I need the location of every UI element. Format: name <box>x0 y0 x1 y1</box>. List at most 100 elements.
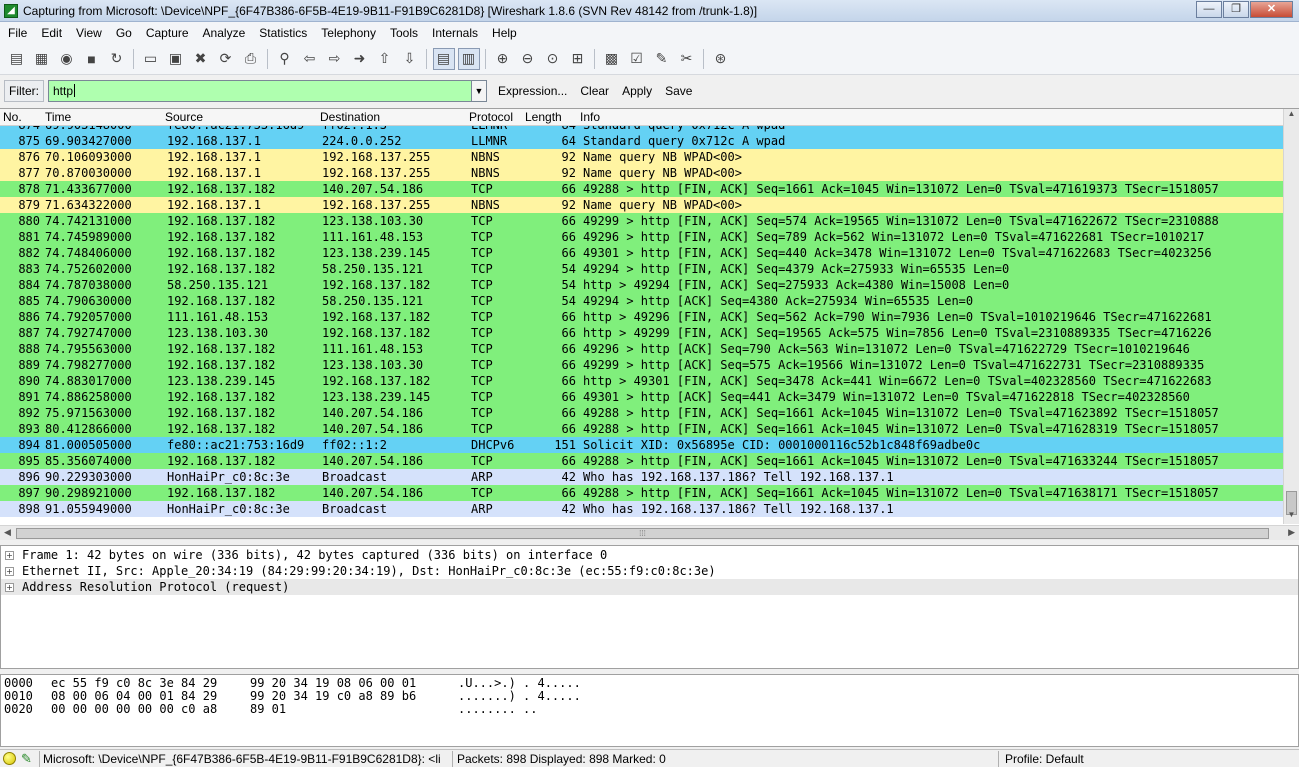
forward-icon[interactable]: ⇨ <box>324 48 346 70</box>
column-header-no[interactable]: No. <box>3 110 22 124</box>
scroll-down-icon[interactable]: ▼ <box>1284 510 1299 524</box>
interfaces-icon[interactable]: ▤ <box>6 48 28 70</box>
table-row[interactable]: 875 69.903427000 192.168.137.1 224.0.0.252 L… <box>0 133 1283 149</box>
column-header-length[interactable]: Length <box>525 110 562 124</box>
table-row[interactable]: 891 74.886258000 192.168.137.182 123.138.23… <box>0 389 1283 405</box>
menu-telephony[interactable]: Telephony <box>313 26 382 40</box>
first-icon[interactable]: ⇧ <box>374 48 396 70</box>
menu-go[interactable]: Go <box>108 26 138 40</box>
column-header-source[interactable]: Source <box>165 110 203 124</box>
hex-ascii[interactable]: ........ .. <box>458 703 537 716</box>
restart-icon[interactable]: ↻ <box>106 48 128 70</box>
start-icon[interactable]: ◉ <box>56 48 78 70</box>
menu-file[interactable]: File <box>0 26 33 40</box>
colorize-icon[interactable]: ▤ <box>432 47 455 70</box>
table-row[interactable]: 896 90.229303000 HonHaiPr_c0:8c:3e Broadcas… <box>0 469 1283 485</box>
filter-dropdown-chevron-icon[interactable]: ▼ <box>472 79 487 102</box>
options-icon[interactable]: ▦ <box>31 48 53 70</box>
table-row[interactable]: 879 71.634322000 192.168.137.1 192.168.137.… <box>0 197 1283 213</box>
menu-edit[interactable]: Edit <box>33 26 68 40</box>
zoom-in-icon[interactable]: ⊕ <box>492 48 514 70</box>
apply-button[interactable]: Apply <box>620 82 654 100</box>
menu-analyze[interactable]: Analyze <box>195 26 252 40</box>
maximize-button[interactable]: ❐ <box>1223 1 1249 18</box>
hex-bytes-first[interactable]: 00 00 00 00 00 00 c0 a8 <box>51 703 217 716</box>
expand-plus-icon[interactable]: + <box>5 583 14 592</box>
filter-label-button[interactable]: Filter: <box>4 79 44 102</box>
status-profile[interactable]: Profile: Default <box>1005 752 1084 766</box>
back-icon[interactable]: ⇦ <box>299 48 321 70</box>
goto-icon[interactable]: ➜ <box>349 48 371 70</box>
save-filter-button[interactable]: Save <box>663 82 694 100</box>
table-row[interactable]: 892 75.971563000 192.168.137.182 140.207.54… <box>0 405 1283 421</box>
horizontal-scroll-thumb[interactable]: ⁞⁞⁞ <box>16 528 1269 539</box>
display-filter-input[interactable]: http <box>48 79 472 102</box>
resize-columns-icon[interactable]: ⊞ <box>567 48 589 70</box>
capture-filters-icon[interactable]: ▩ <box>601 48 623 70</box>
autoscroll-icon[interactable]: ▥ <box>457 47 480 70</box>
column-header-info[interactable]: Info <box>580 110 600 124</box>
reload-icon[interactable]: ⟳ <box>215 48 237 70</box>
table-row[interactable]: 893 80.412866000 192.168.137.182 140.207.54… <box>0 421 1283 437</box>
table-row[interactable]: 878 71.433677000 192.168.137.182 140.207.54… <box>0 181 1283 197</box>
table-row[interactable]: 888 74.795563000 192.168.137.182 111.161.48… <box>0 341 1283 357</box>
table-row[interactable]: 889 74.798277000 192.168.137.182 123.138.10… <box>0 357 1283 373</box>
close-window-button[interactable]: ✕ <box>1250 1 1293 18</box>
packet-list[interactable]: No. Time Source Destination Protocol Len… <box>0 108 1299 540</box>
menu-capture[interactable]: Capture <box>138 26 195 40</box>
print-icon[interactable]: ⎙ <box>240 48 262 70</box>
scroll-left-icon[interactable]: ◀ <box>4 527 11 538</box>
table-row[interactable]: 884 74.787038000 58.250.135.121 192.168.137… <box>0 277 1283 293</box>
packet-list-vertical-scrollbar[interactable]: ▲ ▼ <box>1283 109 1299 524</box>
table-row[interactable]: 882 74.748406000 192.168.137.182 123.138.23… <box>0 245 1283 261</box>
display-filters-icon[interactable]: ☑ <box>626 48 648 70</box>
stop-icon[interactable]: ■ <box>81 48 103 70</box>
table-row[interactable]: 897 90.298921000 192.168.137.182 140.207.54… <box>0 485 1283 501</box>
column-header-protocol[interactable]: Protocol <box>469 110 513 124</box>
coloring-rules-icon[interactable]: ✎ <box>651 48 673 70</box>
table-row[interactable]: 887 74.792747000 123.138.103.30 192.168.137… <box>0 325 1283 341</box>
packet-list-horizontal-scrollbar[interactable]: ◀ ⁞⁞⁞ ▶ <box>0 525 1299 540</box>
table-row[interactable]: 894 81.000505000 fe80::ac21:753:16d9 ff02::… <box>0 437 1283 453</box>
table-row[interactable]: 890 74.883017000 123.138.239.145 192.168.13… <box>0 373 1283 389</box>
capture-comment-icon[interactable]: ✎ <box>21 751 32 767</box>
column-header-time[interactable]: Time <box>45 110 71 124</box>
column-header-destination[interactable]: Destination <box>320 110 380 124</box>
expand-plus-icon[interactable]: + <box>5 551 14 560</box>
menu-statistics[interactable]: Statistics <box>251 26 313 40</box>
scroll-up-icon[interactable]: ▲ <box>1284 109 1299 123</box>
preferences-icon[interactable]: ✂ <box>676 48 698 70</box>
expression-button[interactable]: Expression... <box>496 82 569 100</box>
menu-internals[interactable]: Internals <box>424 26 484 40</box>
table-row[interactable]: 885 74.790630000 192.168.137.182 58.250.135… <box>0 293 1283 309</box>
expert-info-icon[interactable] <box>3 752 16 765</box>
packet-details-pane[interactable]: + Frame 1: 42 bytes on wire (336 bits), 4… <box>0 545 1299 669</box>
scroll-right-icon[interactable]: ▶ <box>1288 527 1295 538</box>
table-row[interactable]: 883 74.752602000 192.168.137.182 58.250.135… <box>0 261 1283 277</box>
zoom-out-icon[interactable]: ⊖ <box>517 48 539 70</box>
menu-view[interactable]: View <box>68 26 108 40</box>
menu-tools[interactable]: Tools <box>382 26 424 40</box>
hex-bytes-second[interactable]: 89 01 <box>250 703 286 716</box>
open-icon[interactable]: ▭ <box>140 48 162 70</box>
help-icon[interactable]: ⊛ <box>710 48 732 70</box>
table-row[interactable]: 876 70.106093000 192.168.137.1 192.168.137.… <box>0 149 1283 165</box>
table-row[interactable]: 895 85.356074000 192.168.137.182 140.207.54… <box>0 453 1283 469</box>
detail-tree-item[interactable]: + Frame 1: 42 bytes on wire (336 bits), 4… <box>1 547 1298 563</box>
detail-tree-item[interactable]: + Address Resolution Protocol (request) <box>1 579 1298 595</box>
table-row[interactable]: 881 74.745989000 192.168.137.182 111.161.48… <box>0 229 1283 245</box>
find-icon[interactable]: ⚲ <box>274 48 296 70</box>
minimize-button[interactable]: — <box>1196 1 1222 18</box>
last-icon[interactable]: ⇩ <box>399 48 421 70</box>
detail-tree-item[interactable]: + Ethernet II, Src: Apple_20:34:19 (84:29… <box>1 563 1298 579</box>
zoom-normal-icon[interactable]: ⊙ <box>542 48 564 70</box>
table-row[interactable]: 898 91.055949000 HonHaiPr_c0:8c:3e Broadcas… <box>0 501 1283 517</box>
table-row[interactable]: 886 74.792057000 111.161.48.153 192.168.137… <box>0 309 1283 325</box>
expand-plus-icon[interactable]: + <box>5 567 14 576</box>
menu-help[interactable]: Help <box>484 26 523 40</box>
table-row[interactable]: 877 70.870030000 192.168.137.1 192.168.137.… <box>0 165 1283 181</box>
clear-button[interactable]: Clear <box>578 82 611 100</box>
close-file-icon[interactable]: ✖ <box>190 48 212 70</box>
table-row[interactable]: 880 74.742131000 192.168.137.182 123.138.10… <box>0 213 1283 229</box>
hex-offset[interactable]: 0020 <box>4 703 33 716</box>
